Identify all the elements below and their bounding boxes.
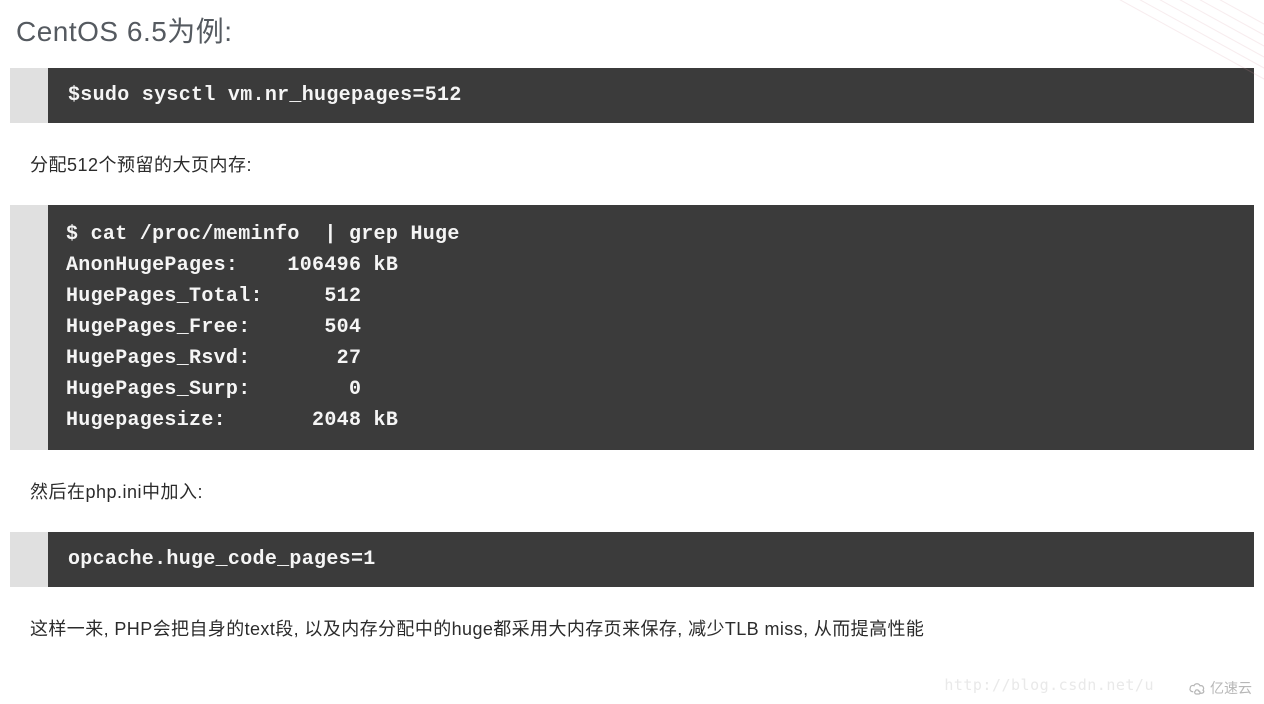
watermark-brand: 亿速云 [1188,678,1252,698]
paragraph-phpini: 然后在php.ini中加入: [30,478,1254,504]
cloud-icon [1188,681,1206,695]
section-heading: CentOS 6.5为例: [16,10,1254,50]
code-gutter [10,532,48,587]
code-block-2: $ cat /proc/meminfo | grep Huge AnonHuge… [10,205,1254,450]
code-block-1: $sudo sysctl vm.nr_hugepages=512 [10,68,1254,123]
watermark-url: http://blog.csdn.net/u [944,676,1154,694]
code-content: $sudo sysctl vm.nr_hugepages=512 [48,68,1254,123]
code-block-3: opcache.huge_code_pages=1 [10,532,1254,587]
article-body: CentOS 6.5为例: $sudo sysctl vm.nr_hugepag… [0,0,1264,641]
code-gutter [10,68,48,123]
code-gutter [10,205,48,450]
code-content: $ cat /proc/meminfo | grep Huge AnonHuge… [48,205,1254,450]
code-content: opcache.huge_code_pages=1 [48,532,1254,587]
paragraph-conclusion: 这样一来, PHP会把自身的text段, 以及内存分配中的huge都采用大内存页… [30,615,1254,641]
paragraph-alloc-desc: 分配512个预留的大页内存: [30,151,1254,177]
watermark-brand-text: 亿速云 [1210,678,1252,698]
